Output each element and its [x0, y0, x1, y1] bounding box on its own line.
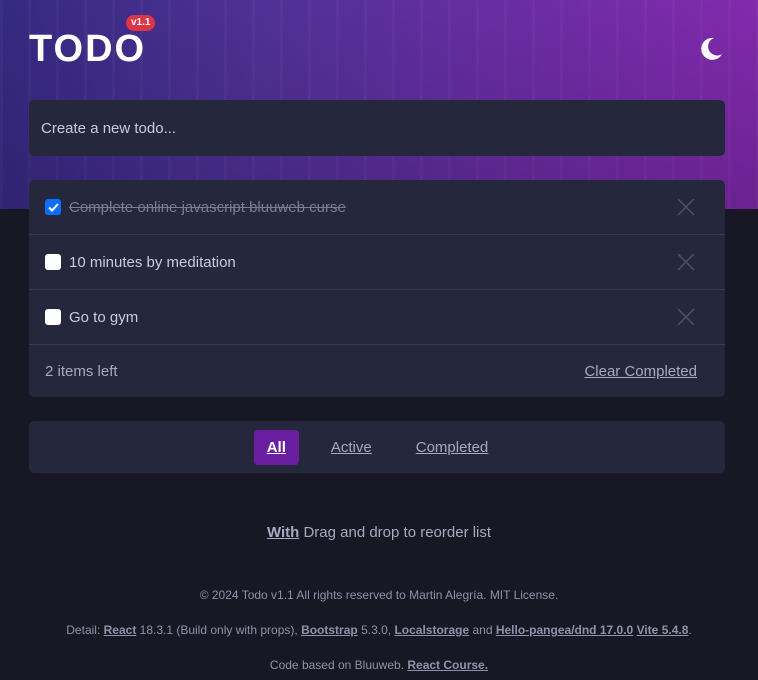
check-icon	[47, 202, 59, 212]
todo-item[interactable]: 10 minutes by meditation	[29, 235, 725, 290]
clear-completed-button[interactable]: Clear Completed	[584, 363, 697, 380]
moon-icon	[701, 37, 722, 60]
title-wrap: TODO v1.1	[29, 15, 156, 71]
vite-link[interactable]: Vite 5.4.8	[637, 623, 689, 637]
footer-code-based: Code based on Bluuweb. React Course.	[0, 658, 758, 672]
app-header: TODO v1.1	[29, 15, 725, 74]
close-icon	[677, 253, 695, 271]
filter-completed-button[interactable]: Completed	[404, 431, 501, 464]
close-icon	[677, 198, 695, 216]
code-based-text: Code based on Bluuweb.	[269, 658, 408, 672]
delete-todo-button[interactable]	[675, 251, 697, 273]
todo-checkbox-checked[interactable]	[45, 199, 61, 215]
bootstrap-link[interactable]: Bootstrap	[301, 623, 358, 637]
drag-drop-text: Drag and drop to reorder list	[299, 524, 492, 541]
todo-item[interactable]: Go to gym	[29, 290, 725, 345]
bootstrap-version: 5.3.0,	[357, 623, 395, 637]
footer-detail: Detail: React 18.3.1 (Build only with pr…	[0, 623, 758, 637]
react-link[interactable]: React	[104, 623, 137, 637]
footer-copyright: © 2024 Todo v1.1 All rights reserved to …	[199, 588, 559, 602]
todo-text: Complete online javascript bluuweb curse	[69, 198, 346, 216]
theme-toggle-button[interactable]	[697, 35, 725, 63]
react-course-link[interactable]: React Course.	[407, 658, 488, 672]
app-title: TODO	[29, 28, 147, 70]
filter-all-button[interactable]: All	[253, 429, 299, 465]
footer-and: and	[469, 623, 496, 637]
localstorage-link[interactable]: Localstorage	[394, 623, 469, 637]
filter-bar: All Active Completed	[29, 421, 725, 473]
todo-text: Go to gym	[69, 308, 139, 326]
todo-item[interactable]: Complete online javascript bluuweb curse	[29, 180, 725, 235]
drag-drop-with: With	[266, 524, 300, 541]
close-icon	[677, 308, 695, 326]
new-todo-field	[29, 100, 725, 156]
todo-checkbox[interactable]	[45, 254, 61, 270]
delete-todo-button[interactable]	[675, 306, 697, 328]
delete-todo-button[interactable]	[675, 196, 697, 218]
footer-period: .	[688, 623, 692, 637]
dnd-link[interactable]: Hello-pangea/dnd 17.0.0	[496, 623, 633, 637]
react-version: 18.3.1 (Build only with props),	[136, 623, 302, 637]
version-badge: v1.1	[126, 15, 156, 31]
filter-active-button[interactable]: Active	[319, 431, 384, 464]
todo-text: 10 minutes by meditation	[69, 253, 236, 271]
list-footer: 2 items left Clear Completed	[29, 345, 725, 397]
todo-checkbox[interactable]	[45, 309, 61, 325]
footer-detail-label: Detail:	[66, 623, 104, 637]
new-todo-input[interactable]	[41, 119, 713, 137]
items-left-count: 2 items left	[45, 362, 118, 380]
drag-drop-note: With Drag and drop to reorder list	[0, 524, 758, 541]
todo-list: Complete online javascript bluuweb curse…	[29, 180, 725, 397]
